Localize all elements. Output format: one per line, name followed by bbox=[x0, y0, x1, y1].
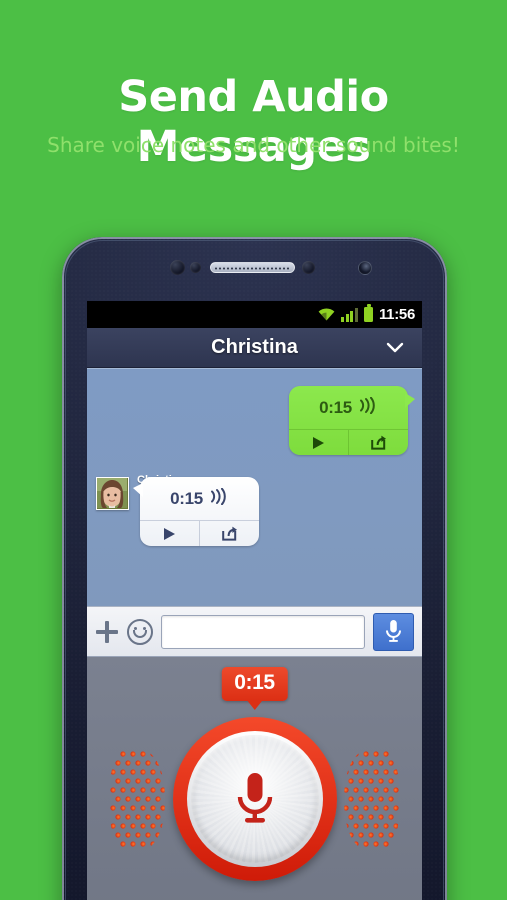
promo-screenshot: Send Audio Messages Share voice notes an… bbox=[0, 0, 507, 900]
phone-screen: 11:56 Christina 0:15 0:15 0:15 bbox=[87, 301, 422, 900]
chevron-down-icon[interactable] bbox=[386, 339, 404, 357]
play-button[interactable] bbox=[140, 521, 200, 546]
recording-timer-badge: 0:15 bbox=[221, 667, 288, 710]
microphone-icon bbox=[237, 773, 272, 823]
phone-hardware-row bbox=[62, 259, 447, 275]
avatar[interactable] bbox=[96, 477, 129, 510]
mic-record-button[interactable] bbox=[373, 612, 414, 651]
signal-bars-icon bbox=[341, 307, 358, 322]
message-bubble-outgoing[interactable]: 0:15 bbox=[289, 386, 415, 455]
audio-recorder-panel: 0:15 bbox=[87, 657, 422, 900]
audio-duration-row: 0:15 bbox=[140, 477, 259, 520]
wifi-icon bbox=[318, 308, 335, 321]
play-icon bbox=[313, 436, 324, 449]
audio-duration-label: 0:15 bbox=[170, 488, 203, 508]
notification-led-icon bbox=[302, 261, 315, 274]
status-bar-clock: 11:56 bbox=[378, 306, 415, 323]
message-bubble-incoming[interactable]: 0:15 bbox=[133, 477, 259, 546]
play-button[interactable] bbox=[289, 430, 349, 455]
light-sensor-icon bbox=[190, 262, 201, 273]
sound-waves-icon bbox=[209, 487, 229, 510]
audio-controls-row bbox=[289, 429, 408, 455]
share-button[interactable] bbox=[200, 521, 259, 546]
message-input-bar bbox=[87, 606, 422, 657]
conversation-title-bar[interactable]: Christina bbox=[87, 328, 422, 368]
plus-icon[interactable] bbox=[95, 620, 119, 644]
page-subtitle: Share voice notes and other sound bites! bbox=[47, 133, 460, 157]
record-button[interactable] bbox=[172, 717, 337, 881]
speaker-grille-icon bbox=[344, 745, 400, 855]
audio-duration-label: 0:15 bbox=[319, 397, 352, 417]
audio-duration-row: 0:15 bbox=[289, 386, 408, 429]
share-icon bbox=[370, 435, 386, 450]
earpiece-speaker-icon bbox=[210, 262, 295, 273]
record-button-face bbox=[190, 735, 319, 863]
proximity-sensor-icon bbox=[170, 260, 185, 275]
contact-name-title: Christina bbox=[211, 336, 298, 358]
sound-waves-icon bbox=[358, 396, 378, 419]
record-button-ring bbox=[186, 731, 323, 867]
phone-device-mockup: 11:56 Christina 0:15 0:15 0:15 bbox=[62, 237, 447, 900]
speaker-grille-icon bbox=[109, 745, 165, 855]
share-button[interactable] bbox=[349, 430, 408, 455]
page-title: Send Audio Messages bbox=[118, 72, 389, 172]
share-icon bbox=[221, 526, 237, 541]
audio-controls-row bbox=[140, 520, 259, 546]
front-camera-icon bbox=[358, 261, 372, 275]
microphone-icon bbox=[386, 620, 401, 642]
message-text-input[interactable] bbox=[161, 614, 365, 649]
smiley-icon[interactable] bbox=[127, 618, 153, 645]
android-status-bar: 11:56 bbox=[87, 301, 422, 328]
conversation-list[interactable]: 0:15 0:15 bbox=[87, 368, 422, 606]
play-icon bbox=[164, 527, 175, 540]
battery-icon bbox=[363, 304, 373, 322]
